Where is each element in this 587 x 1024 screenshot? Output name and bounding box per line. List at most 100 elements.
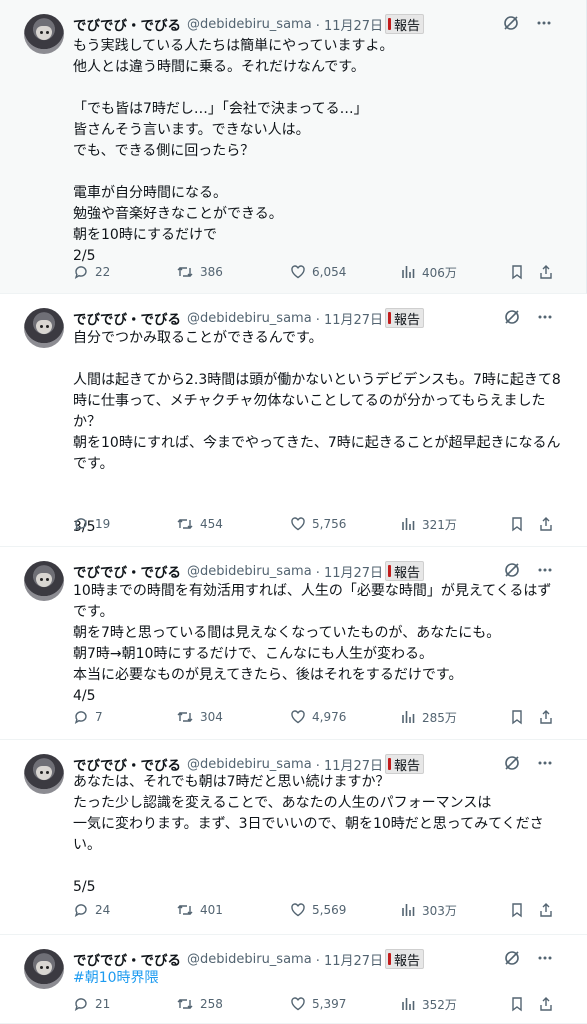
author-handle[interactable]: @debidebiru_sama <box>187 17 312 32</box>
retweet-icon <box>177 905 193 915</box>
tweet[interactable]: でびでび・でびる @debidebiru_sama · 11月27日 報告 自分… <box>0 294 587 547</box>
views-button[interactable]: 352万 <box>400 996 457 1013</box>
bookmark-button[interactable] <box>509 709 531 725</box>
retweet-button[interactable]: 454 <box>176 516 223 532</box>
like-button[interactable]: 5,397 <box>290 996 346 1012</box>
more-icon[interactable] <box>536 15 552 31</box>
tweet-date[interactable]: · 11月27日 <box>316 309 383 328</box>
bookmark-button[interactable] <box>509 264 531 280</box>
bookmark-button[interactable] <box>509 902 531 918</box>
retweet-icon <box>177 999 193 1009</box>
tweet[interactable]: でびでび・でびる @debidebiru_sama · 11月27日 報告 10… <box>0 547 587 740</box>
more-icon[interactable] <box>537 562 553 578</box>
tweet-actions: 24 401 5,569 303万 <box>73 900 565 920</box>
tweet-actions: 19 454 5,756 321万 <box>73 514 565 534</box>
tweet-date[interactable]: · 11月27日 <box>316 15 383 34</box>
avatar[interactable] <box>24 561 64 601</box>
views-button[interactable]: 303万 <box>400 902 457 919</box>
share-button[interactable] <box>538 264 560 280</box>
report-badge[interactable]: 報告 <box>385 949 425 969</box>
report-badge[interactable]: 報告 <box>385 754 425 774</box>
reply-button[interactable]: 7 <box>73 709 103 725</box>
report-mark-icon <box>388 565 392 577</box>
share-icon <box>540 710 552 724</box>
retweet-count: 258 <box>200 997 223 1011</box>
report-badge[interactable]: 報告 <box>385 561 425 581</box>
author-name[interactable]: でびでび・でびる <box>73 14 181 34</box>
report-label: 報告 <box>394 312 421 328</box>
tweet-date[interactable]: · 11月27日 <box>316 562 383 581</box>
tweet-date[interactable]: · 11月27日 <box>316 950 383 969</box>
retweet-button[interactable]: 401 <box>176 902 223 918</box>
author-name[interactable]: でびでび・でびる <box>73 561 181 581</box>
bookmark-button[interactable] <box>509 516 531 532</box>
reply-button[interactable]: 21 <box>73 996 110 1012</box>
author-handle[interactable]: @debidebiru_sama <box>187 311 312 326</box>
reply-button[interactable]: 24 <box>73 902 110 918</box>
avatar[interactable] <box>24 14 64 54</box>
more-icon[interactable] <box>537 950 553 966</box>
share-button[interactable] <box>538 516 560 532</box>
report-badge[interactable]: 報告 <box>385 308 425 328</box>
retweet-button[interactable]: 258 <box>176 996 223 1012</box>
author-handle[interactable]: @debidebiru_sama <box>187 564 312 579</box>
like-button[interactable]: 6,054 <box>290 264 346 280</box>
like-button[interactable]: 5,569 <box>290 902 346 918</box>
reply-icon <box>74 266 87 280</box>
views-button[interactable]: 285万 <box>400 709 457 726</box>
reply-count: 24 <box>95 903 111 917</box>
author-name[interactable]: でびでび・でびる <box>73 308 181 328</box>
retweet-count: 386 <box>200 265 223 279</box>
reply-icon <box>74 711 87 725</box>
tweet[interactable]: でびでび・でびる @debidebiru_sama · 11月27日 報告 もう… <box>0 0 587 294</box>
hashtag-link[interactable]: #朝10時界隈 <box>73 970 159 986</box>
share-button[interactable] <box>538 996 560 1012</box>
retweet-icon <box>177 519 193 529</box>
like-count: 5,756 <box>312 517 347 531</box>
grok-icon[interactable] <box>503 308 521 326</box>
share-button[interactable] <box>538 709 560 725</box>
share-icon <box>540 265 552 279</box>
avatar[interactable] <box>24 949 64 989</box>
tweet-actions: 21 258 5,397 352万 <box>73 994 565 1014</box>
retweet-button[interactable]: 386 <box>176 264 223 280</box>
like-button[interactable]: 4,976 <box>290 709 346 725</box>
grok-icon[interactable] <box>503 754 521 772</box>
more-icon[interactable] <box>537 309 553 325</box>
report-mark-icon <box>388 312 392 324</box>
views-button[interactable]: 321万 <box>400 516 457 533</box>
report-mark-icon <box>388 953 392 965</box>
share-icon <box>540 517 552 531</box>
more-icon[interactable] <box>537 755 553 771</box>
view-count: 406万 <box>422 265 457 280</box>
reply-button[interactable]: 19 <box>73 516 110 532</box>
bookmark-icon <box>512 265 522 280</box>
grok-icon[interactable] <box>503 561 521 579</box>
tweet-date[interactable]: · 11月27日 <box>316 755 383 774</box>
views-icon <box>402 998 415 1010</box>
share-button[interactable] <box>538 902 560 918</box>
tweet-actions: 7 304 4,976 285万 <box>73 707 565 727</box>
tweet[interactable]: でびでび・でびる @debidebiru_sama · 11月27日 報告 #朝… <box>0 935 587 1024</box>
grok-icon[interactable] <box>503 949 521 967</box>
tweet-header: でびでび・でびる @debidebiru_sama · 11月27日 報告 <box>73 754 573 774</box>
views-button[interactable]: 406万 <box>400 264 457 281</box>
grok-icon[interactable] <box>502 14 520 32</box>
bookmark-icon <box>512 903 522 918</box>
view-count: 352万 <box>422 997 457 1012</box>
tweet[interactable]: でびでび・でびる @debidebiru_sama · 11月27日 報告 あな… <box>0 740 587 935</box>
avatar[interactable] <box>24 754 64 794</box>
like-button[interactable]: 5,756 <box>290 516 346 532</box>
author-handle[interactable]: @debidebiru_sama <box>187 952 312 967</box>
retweet-button[interactable]: 304 <box>176 709 223 725</box>
tweet-text: あなたは、それでも朝は7時だと思い続けますか？ たった少し認識を変えることで、あ… <box>73 774 544 895</box>
author-handle[interactable]: @debidebiru_sama <box>187 757 312 772</box>
like-count: 5,397 <box>312 997 347 1011</box>
report-badge[interactable]: 報告 <box>385 14 425 34</box>
author-name[interactable]: でびでび・でびる <box>73 949 181 969</box>
author-name[interactable]: でびでび・でびる <box>73 754 181 774</box>
avatar[interactable] <box>24 308 64 348</box>
reply-button[interactable]: 22 <box>73 264 110 280</box>
like-icon <box>291 517 305 531</box>
bookmark-button[interactable] <box>509 996 531 1012</box>
